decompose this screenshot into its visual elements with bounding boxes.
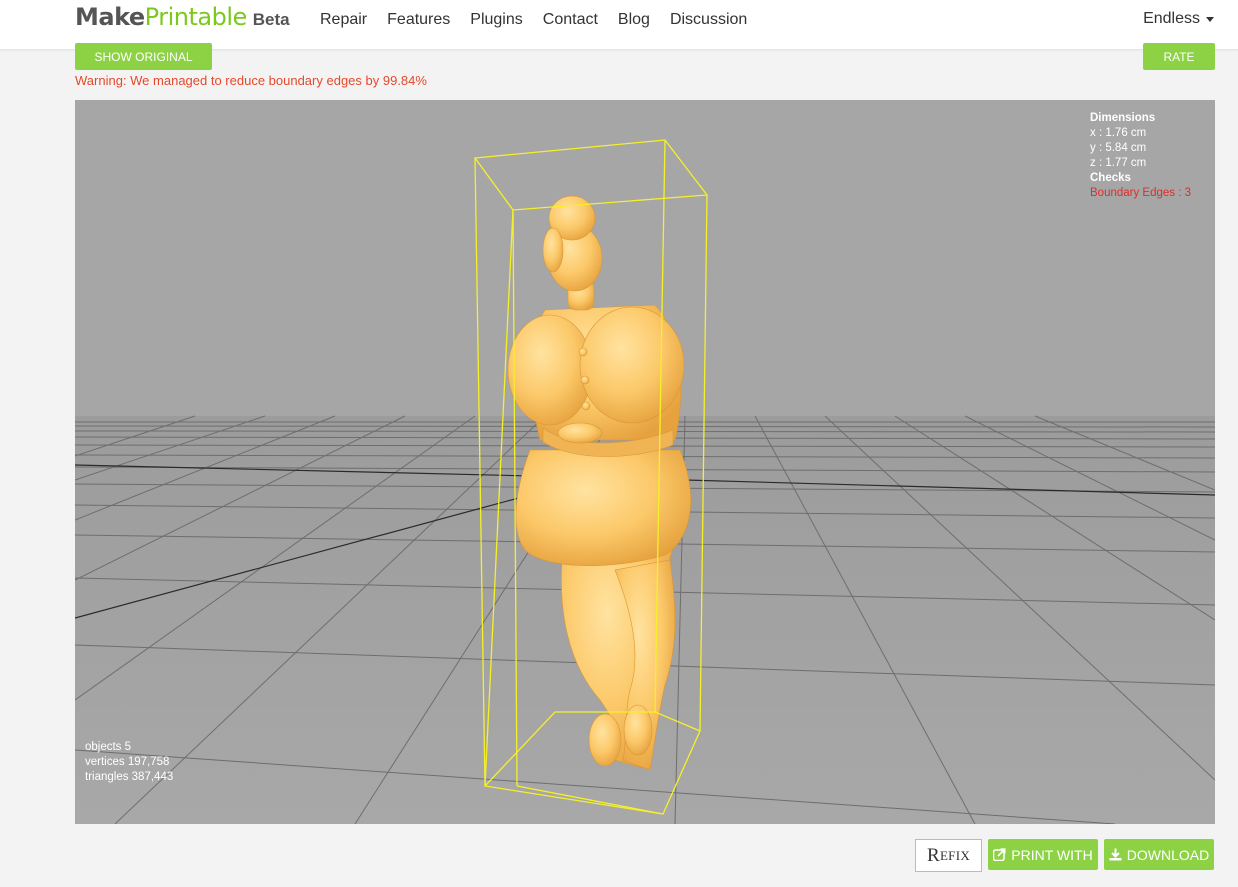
checks-heading: Checks [1090, 172, 1131, 184]
nav-links: Repair Features Plugins Contact Blog Dis… [310, 0, 757, 40]
stat-objects: objects 5 [85, 741, 132, 753]
stat-vertices: vertices 197,758 [85, 756, 170, 768]
download-icon [1109, 848, 1122, 861]
brand-logo[interactable]: Make Printable Beta [75, 3, 290, 33]
dimension-x: x : 1.76 cm [1090, 127, 1147, 139]
dimensions-panel: Dimensions x : 1.76 cm y : 5.84 cm z : 1… [1090, 111, 1191, 201]
refix-rest: EFIX [939, 847, 971, 863]
brand-make-text: Make [75, 3, 145, 31]
mesh-stats-panel: objects 5 vertices 197,758 triangles 387… [85, 740, 173, 785]
rate-button[interactable]: RATE [1143, 43, 1215, 70]
external-link-icon [993, 848, 1006, 861]
refix-button[interactable]: R EFIX [915, 839, 982, 872]
nav-link-plugins[interactable]: Plugins [460, 11, 532, 29]
model-viewer[interactable]: Dimensions x : 1.76 cm y : 5.84 cm z : 1… [75, 100, 1215, 824]
user-name: Endless [1143, 10, 1200, 27]
brand-printable-text: Printable [144, 3, 248, 31]
dimension-y: y : 5.84 cm [1090, 142, 1147, 154]
nav-link-contact[interactable]: Contact [533, 11, 608, 29]
nav-link-blog[interactable]: Blog [608, 11, 660, 29]
boundary-edges-check: Boundary Edges : 3 [1090, 187, 1192, 199]
nav-link-repair[interactable]: Repair [310, 11, 377, 29]
print-with-button[interactable]: PRINT WITH [988, 839, 1098, 870]
warning-message: Warning: We managed to reduce boundary e… [75, 73, 427, 88]
show-original-button[interactable]: SHOW ORIGINAL [75, 43, 212, 70]
nav-link-discussion[interactable]: Discussion [660, 11, 757, 29]
download-label: DOWNLOAD [1126, 846, 1210, 863]
viewer-scene [75, 139, 1215, 824]
download-button[interactable]: DOWNLOAD [1104, 839, 1214, 870]
dimension-z: z : 1.77 cm [1090, 157, 1147, 169]
brand-beta-text: Beta [252, 10, 290, 29]
dimensions-heading: Dimensions [1090, 112, 1156, 124]
refix-initial: R [926, 844, 940, 866]
print-with-label: PRINT WITH [1011, 846, 1093, 863]
stat-triangles: triangles 387,443 [85, 771, 174, 783]
caret-down-icon [1206, 16, 1214, 22]
user-menu[interactable]: Endless [1143, 10, 1214, 28]
nav-link-features[interactable]: Features [377, 11, 460, 29]
